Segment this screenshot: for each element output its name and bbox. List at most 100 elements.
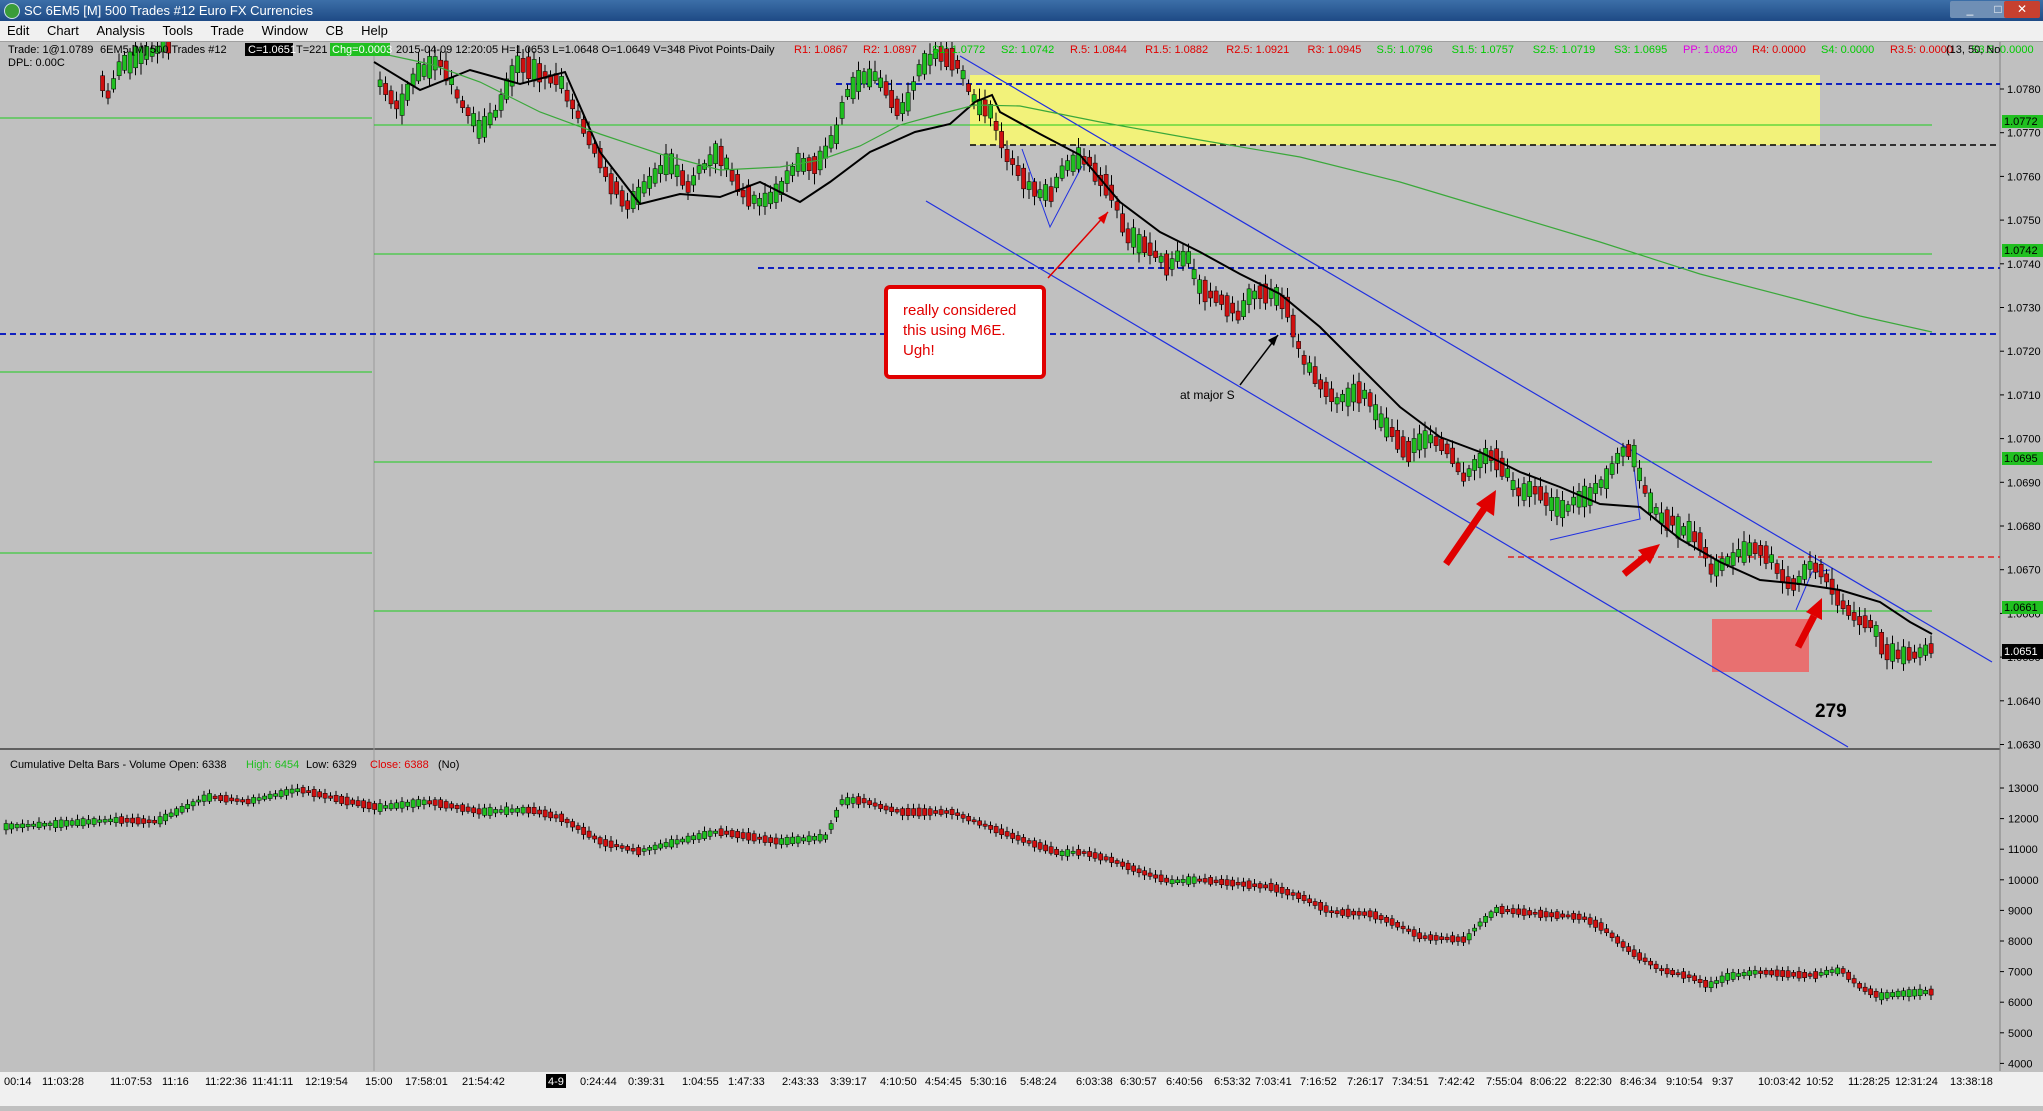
candle-up xyxy=(1917,647,1923,658)
delta-bar-up xyxy=(1725,973,1730,981)
delta-bar-up xyxy=(1191,876,1197,884)
delta-bar-up xyxy=(1906,989,1912,997)
delta-bar-up xyxy=(394,802,399,809)
delta-bar-up xyxy=(256,797,262,801)
delta-bar-down xyxy=(988,825,993,830)
candle-down xyxy=(1499,457,1505,477)
delta-bar-down xyxy=(1136,868,1142,874)
menu-chart[interactable]: Chart xyxy=(40,21,86,38)
menu-help[interactable]: Help xyxy=(354,21,395,38)
chart-area[interactable]: Trade: 1@1.0789 6EM5 [M] 500 Trades #12 … xyxy=(0,30,2043,1106)
delta-bar-up xyxy=(53,820,58,828)
candle-up xyxy=(1477,453,1483,469)
candle-up xyxy=(1428,434,1433,444)
candle-down xyxy=(383,83,388,95)
menu-trade[interactable]: Trade xyxy=(203,21,250,38)
delta-bar-up xyxy=(113,817,119,823)
candle-up xyxy=(872,71,878,81)
delta-bar-down xyxy=(1615,936,1620,944)
candle-up xyxy=(768,191,773,205)
time-axis-label: 6:53:32 xyxy=(1214,1076,1251,1088)
candle-up xyxy=(1659,512,1664,524)
delta-bar-down xyxy=(597,837,603,845)
candle-up xyxy=(1175,250,1180,262)
delta-bar-down xyxy=(548,811,553,819)
delta-bar-down xyxy=(1428,934,1433,941)
delta-bar-down xyxy=(1230,879,1235,887)
close-button[interactable]: ✕ xyxy=(2004,1,2040,18)
delta-bar-up xyxy=(641,848,647,852)
candle-up xyxy=(1648,492,1653,514)
delta-bar-up xyxy=(685,835,691,843)
delta-bar-down xyxy=(1499,906,1505,914)
delta-bar-down xyxy=(1560,913,1565,918)
time-axis-label: 7:26:17 xyxy=(1347,1076,1384,1088)
candle-down xyxy=(570,99,575,110)
delta-bar-down xyxy=(328,795,333,799)
price-axis-label: 1.0750 xyxy=(2007,215,2041,227)
candle-up xyxy=(1565,504,1571,512)
candle-up xyxy=(1362,389,1367,399)
candle-up xyxy=(1714,559,1719,577)
delta-bar-down xyxy=(1873,990,1879,998)
candle-up xyxy=(1411,438,1417,453)
delta-bar-up xyxy=(80,818,86,827)
candle-down xyxy=(1862,615,1868,629)
delta-bar-down xyxy=(1807,973,1813,977)
delta-bar-down xyxy=(372,803,377,810)
time-axis-label: 8:06:22 xyxy=(1530,1076,1567,1088)
price-axis-label: 1.0670 xyxy=(2007,565,2041,577)
price-axis-label: 1.0700 xyxy=(2007,434,2041,446)
pivot-label: S.5: 1.0796 xyxy=(1377,44,1433,56)
delta-bar-down xyxy=(1015,835,1021,841)
delta-bar-up xyxy=(410,799,416,808)
delta-bar-down xyxy=(465,806,471,812)
candle-down xyxy=(1461,472,1466,482)
delta-bar-up xyxy=(1912,989,1917,997)
candle-up xyxy=(1136,234,1142,254)
delta-bar-down xyxy=(1593,919,1598,928)
pivot-label: PP: 1.0820 xyxy=(1683,44,1737,56)
delta-bar-up xyxy=(421,799,427,805)
candle-up xyxy=(1653,507,1659,515)
delta-bar-down xyxy=(460,804,465,812)
delta-bar-up xyxy=(64,820,69,827)
delta-bar-down xyxy=(1235,881,1241,886)
menu-edit[interactable]: Edit xyxy=(0,21,36,38)
delta-axis[interactable]: 13000 12000 11000 10000 9000 8000 7000 6000 5000… xyxy=(2000,783,2039,1070)
candle-up xyxy=(1741,541,1747,563)
delta-bar-down xyxy=(1026,840,1032,844)
menu-cb[interactable]: CB xyxy=(318,21,350,38)
delta-bar-up xyxy=(91,818,97,825)
candle-up xyxy=(399,93,405,116)
menu-analysis[interactable]: Analysis xyxy=(89,21,151,38)
pivot-label: R1.5: 1.0882 xyxy=(1145,44,1208,56)
delta-panel-bg[interactable] xyxy=(0,751,2000,1071)
delta-bar-down xyxy=(1648,960,1653,966)
menu-window[interactable]: Window xyxy=(255,21,315,38)
menu-tools[interactable]: Tools xyxy=(156,21,200,38)
time-axis-label: 0:39:31 xyxy=(628,1076,665,1088)
candle-up xyxy=(1252,290,1257,300)
delta-bar-down xyxy=(1004,831,1010,837)
candle-up xyxy=(801,158,806,172)
delta-bar-up xyxy=(509,808,515,813)
delta-bar-down xyxy=(1384,916,1389,923)
delta-bar-down xyxy=(1703,980,1708,988)
delta-bar-up xyxy=(278,790,284,798)
delta-bar-down xyxy=(1263,884,1268,889)
delta-bar-down xyxy=(911,808,916,816)
delta-bar-down xyxy=(977,820,982,826)
candle-up xyxy=(482,116,487,138)
candle-down xyxy=(746,184,751,207)
delta-bar-down xyxy=(1252,883,1257,887)
candle-down xyxy=(1851,612,1857,621)
delta-bar-down xyxy=(1532,912,1538,915)
delta-bar-down xyxy=(1670,969,1675,975)
candle-down xyxy=(1824,573,1829,583)
candle-down xyxy=(1813,562,1818,573)
delta-bar-down xyxy=(1450,935,1455,943)
price-axis-label: 1.0690 xyxy=(2007,477,2041,489)
candle-up xyxy=(762,192,768,207)
delta-bar-up xyxy=(1714,980,1719,984)
